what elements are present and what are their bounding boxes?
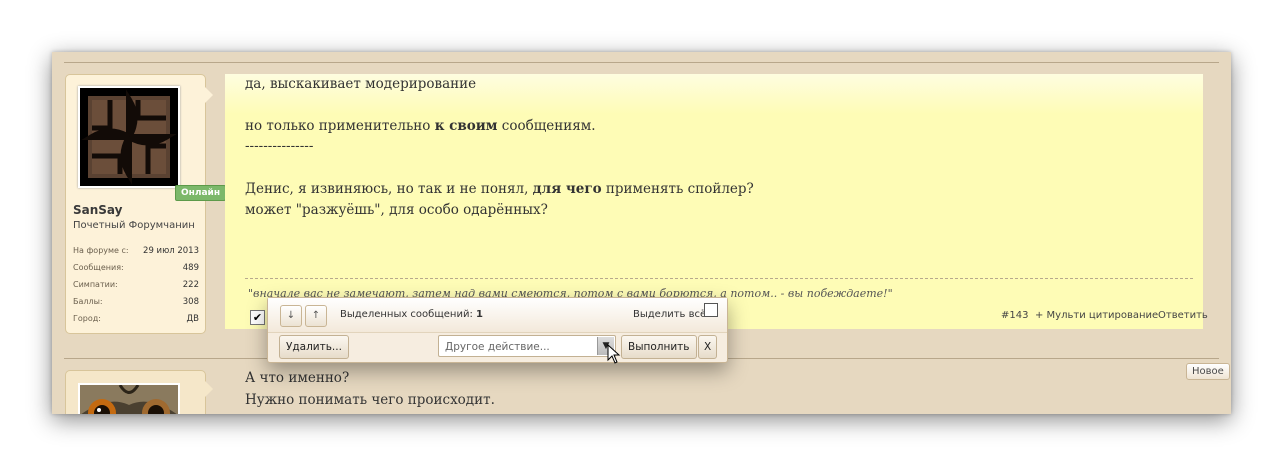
stat-messages: Сообщения: 489	[73, 263, 199, 273]
select-all-label[interactable]: Выделить всё	[633, 309, 706, 320]
signature-divider	[245, 278, 1193, 279]
text-run: может "разжуёшь", для особо одарённых?	[245, 202, 548, 218]
username-link[interactable]: SanSay	[73, 203, 122, 217]
text-run: да, выскакивает модерирование	[245, 76, 477, 92]
owl-avatar-icon	[80, 385, 178, 414]
close-popup-button[interactable]: X	[698, 335, 718, 359]
stat-label: Сообщения:	[73, 263, 124, 272]
execute-button[interactable]: Выполнить	[621, 335, 697, 359]
text-run: ---------------	[245, 138, 314, 154]
arrow-down-icon: ↓	[286, 310, 296, 321]
inline-moderation-popup: ↓ ↑ Выделенных сообщений: 1 Выделить всё…	[267, 297, 728, 363]
online-badge: Онлайн	[175, 185, 227, 201]
divider	[64, 62, 1219, 63]
stat-value: 222	[182, 280, 199, 290]
stat-joined: На форуме с: 29 июл 2013	[73, 246, 199, 256]
text-run: Денис, я извиняюсь, но так и не понял,	[245, 181, 533, 197]
swirl-avatar-icon	[80, 88, 178, 186]
post-line: но только применительно к своим сообщени…	[245, 118, 596, 134]
forum-thread-frame: Онлайн SanSay Почетный Форумчанин На фор…	[52, 52, 1231, 414]
text-run: применять спойлер?	[601, 181, 754, 197]
stat-likes: Симпатии: 222	[73, 280, 199, 290]
user-title: Почетный Форумчанин	[73, 220, 195, 231]
new-post-badge: Новое	[1186, 363, 1230, 380]
select-post-checkbox[interactable]: ✔	[250, 310, 265, 325]
user-info-block: Онлайн SanSay Почетный Форумчанин На фор…	[65, 74, 227, 334]
post-line: может "разжуёшь", для особо одарённых?	[245, 202, 548, 218]
stat-value: ДВ	[186, 314, 199, 324]
bold-run: для чего	[532, 181, 602, 197]
multiquote-link[interactable]: + Мульти цитирование	[1035, 310, 1158, 321]
user-avatar[interactable]	[78, 383, 180, 414]
scroll-down-button[interactable]: ↓	[280, 305, 302, 327]
mouse-cursor-icon	[607, 344, 621, 364]
text-run: сообщениям.	[497, 118, 596, 134]
text-run: но только применительно	[245, 118, 435, 134]
post-line: да, выскакивает модерирование	[245, 76, 476, 92]
stat-label: Симпатии:	[73, 280, 118, 289]
select-all-checkbox[interactable]	[704, 303, 718, 317]
reply-link[interactable]: Ответить	[1158, 310, 1208, 321]
action-select[interactable]: Другое действие... ▼	[438, 335, 616, 357]
stat-value[interactable]: 308	[183, 297, 199, 307]
post-line: А что именно?	[245, 370, 350, 386]
selected-count-label: Выделенных сообщений: 1	[340, 309, 483, 320]
selected-count: 1	[476, 309, 483, 320]
selected-label: Выделенных сообщений:	[340, 309, 473, 320]
stat-points: Баллы: 308	[73, 297, 199, 307]
post-number-link[interactable]: #143	[1001, 310, 1028, 321]
post-line: ---------------	[245, 138, 313, 154]
stat-label: На форуме с:	[73, 246, 129, 255]
scroll-up-button[interactable]: ↑	[305, 305, 327, 327]
stat-label: Город:	[73, 314, 101, 323]
arrow-up-icon: ↑	[311, 310, 321, 321]
delete-button[interactable]: Удалить...	[279, 335, 349, 359]
post-line: Нужно понимать чего происходит.	[245, 392, 495, 408]
stat-value[interactable]: 489	[183, 263, 199, 273]
action-select-value: Другое действие...	[445, 341, 550, 353]
user-avatar[interactable]	[78, 86, 180, 188]
stat-value: 29 июл 2013	[143, 246, 199, 256]
bold-run: к своим	[434, 118, 498, 134]
post-line: Денис, я извиняюсь, но так и не понял, д…	[245, 181, 754, 197]
stat-label: Баллы:	[73, 297, 103, 306]
stat-city: Город: ДВ	[73, 314, 199, 324]
user-info-block	[65, 370, 213, 414]
